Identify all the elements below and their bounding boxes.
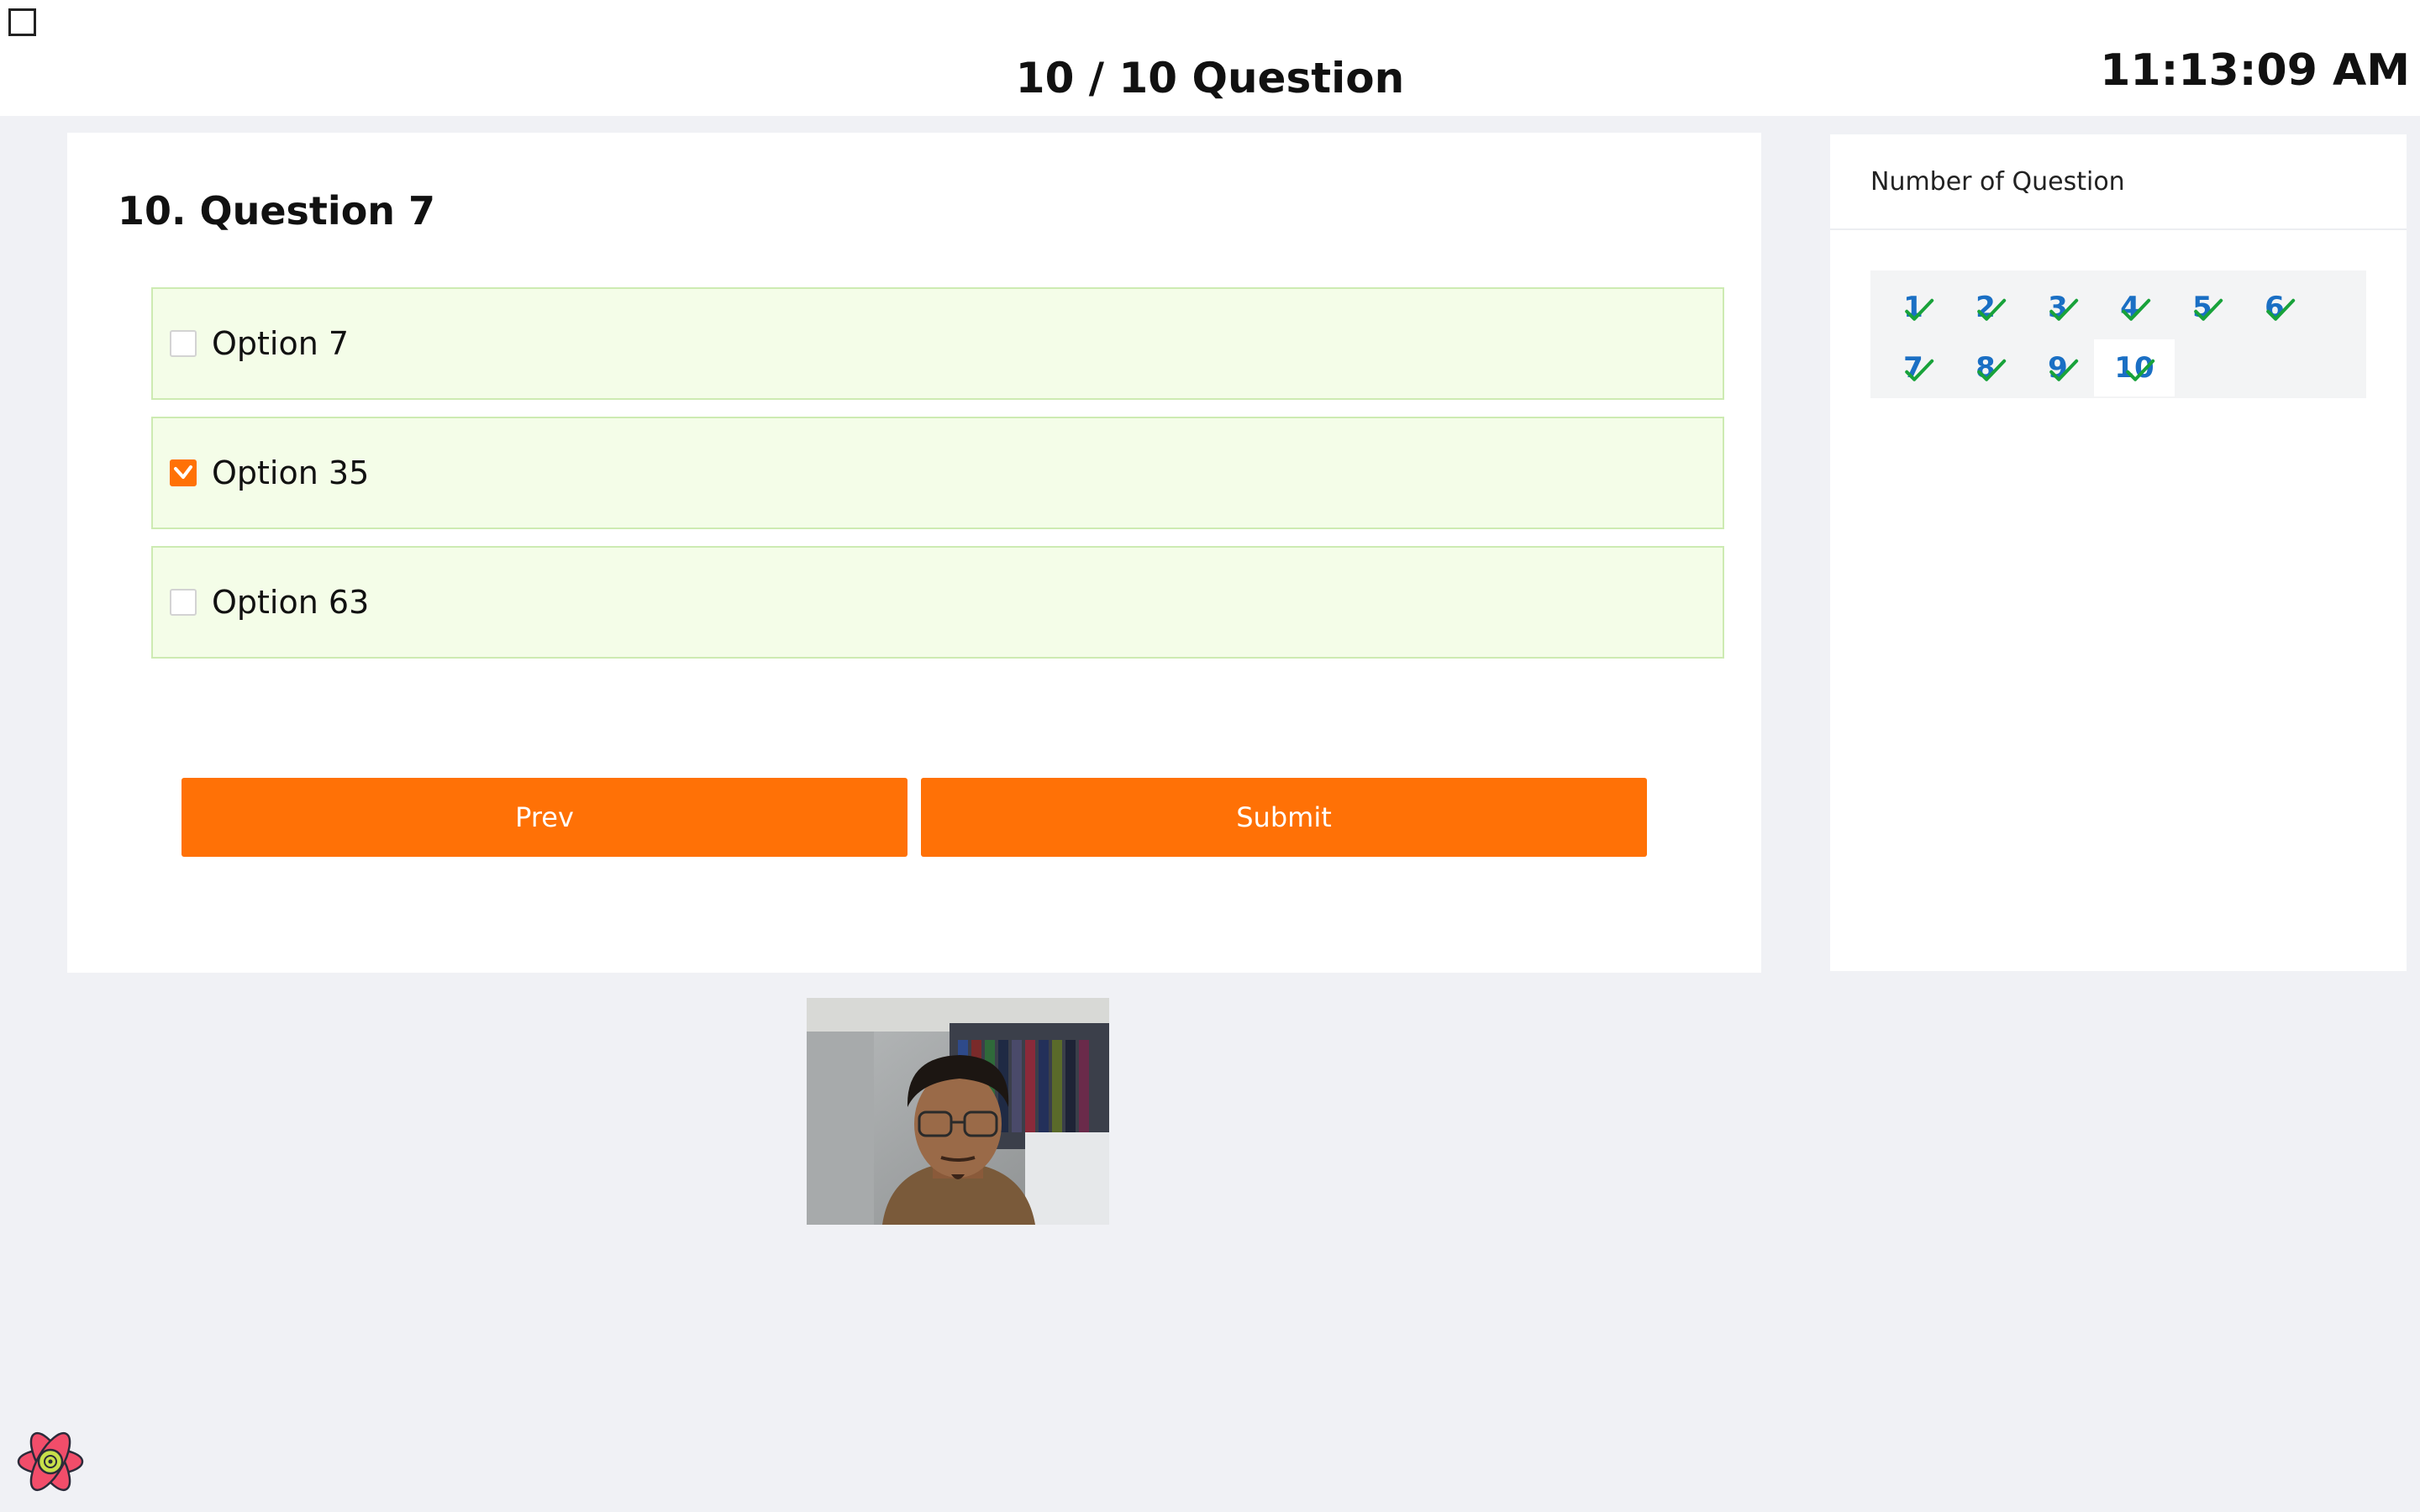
- option-label: Option 7: [212, 325, 350, 362]
- question-title: 10. Question 7: [118, 188, 436, 234]
- question-navigator: Number of Question 1 2 3 4 5 6 7 8 9 10: [1830, 134, 2407, 971]
- page-title: 10 / 10 Question: [1015, 54, 1405, 102]
- navigator-title: Number of Question: [1830, 134, 2407, 230]
- question-number-grid: 1 2 3 4 5 6 7 8 9 10: [1870, 270, 2366, 398]
- check-icon: [2194, 298, 2223, 321]
- question-number-5[interactable]: 5: [2166, 279, 2238, 336]
- question-number-7[interactable]: 7: [1877, 339, 1949, 396]
- question-number-1[interactable]: 1: [1877, 279, 1949, 336]
- check-icon: [2122, 298, 2151, 321]
- check-icon: [2126, 359, 2155, 381]
- option-item[interactable]: Option 35: [151, 417, 1724, 529]
- question-number-8[interactable]: 8: [1949, 339, 2022, 396]
- square-outline-icon[interactable]: [8, 8, 36, 36]
- check-icon: [1905, 298, 1934, 321]
- webcam-preview: [807, 998, 1109, 1225]
- top-bar: 10 / 10 Question 11:13:09 AM: [0, 0, 2420, 116]
- option-item[interactable]: Option 63: [151, 546, 1724, 659]
- clock: 11:13:09 AM: [2100, 45, 2410, 96]
- check-icon: [2049, 359, 2079, 381]
- question-card: 10. Question 7 Option 7 Option 35 Option…: [67, 133, 1761, 973]
- question-number-4[interactable]: 4: [2094, 279, 2166, 336]
- check-icon: [1905, 359, 1934, 381]
- check-icon: [2266, 298, 2296, 321]
- question-number-6[interactable]: 6: [2238, 279, 2311, 336]
- question-number-2[interactable]: 2: [1949, 279, 2022, 336]
- checkbox[interactable]: [170, 330, 197, 357]
- checkbox[interactable]: [170, 589, 197, 616]
- option-label: Option 35: [212, 454, 370, 491]
- question-number-10[interactable]: 10: [2094, 339, 2175, 396]
- submit-button[interactable]: Submit: [921, 778, 1647, 857]
- react-atom-icon: [15, 1426, 86, 1497]
- checkbox-checked[interactable]: [170, 459, 197, 486]
- check-icon: [1977, 359, 2007, 381]
- option-label: Option 63: [212, 584, 370, 621]
- question-number-9[interactable]: 9: [2022, 339, 2094, 396]
- option-item[interactable]: Option 7: [151, 287, 1724, 400]
- check-icon: [2049, 298, 2079, 321]
- prev-button[interactable]: Prev: [182, 778, 908, 857]
- check-icon: [174, 465, 192, 479]
- webcam-image: [807, 998, 1109, 1225]
- question-number-3[interactable]: 3: [2022, 279, 2094, 336]
- check-icon: [1977, 298, 2007, 321]
